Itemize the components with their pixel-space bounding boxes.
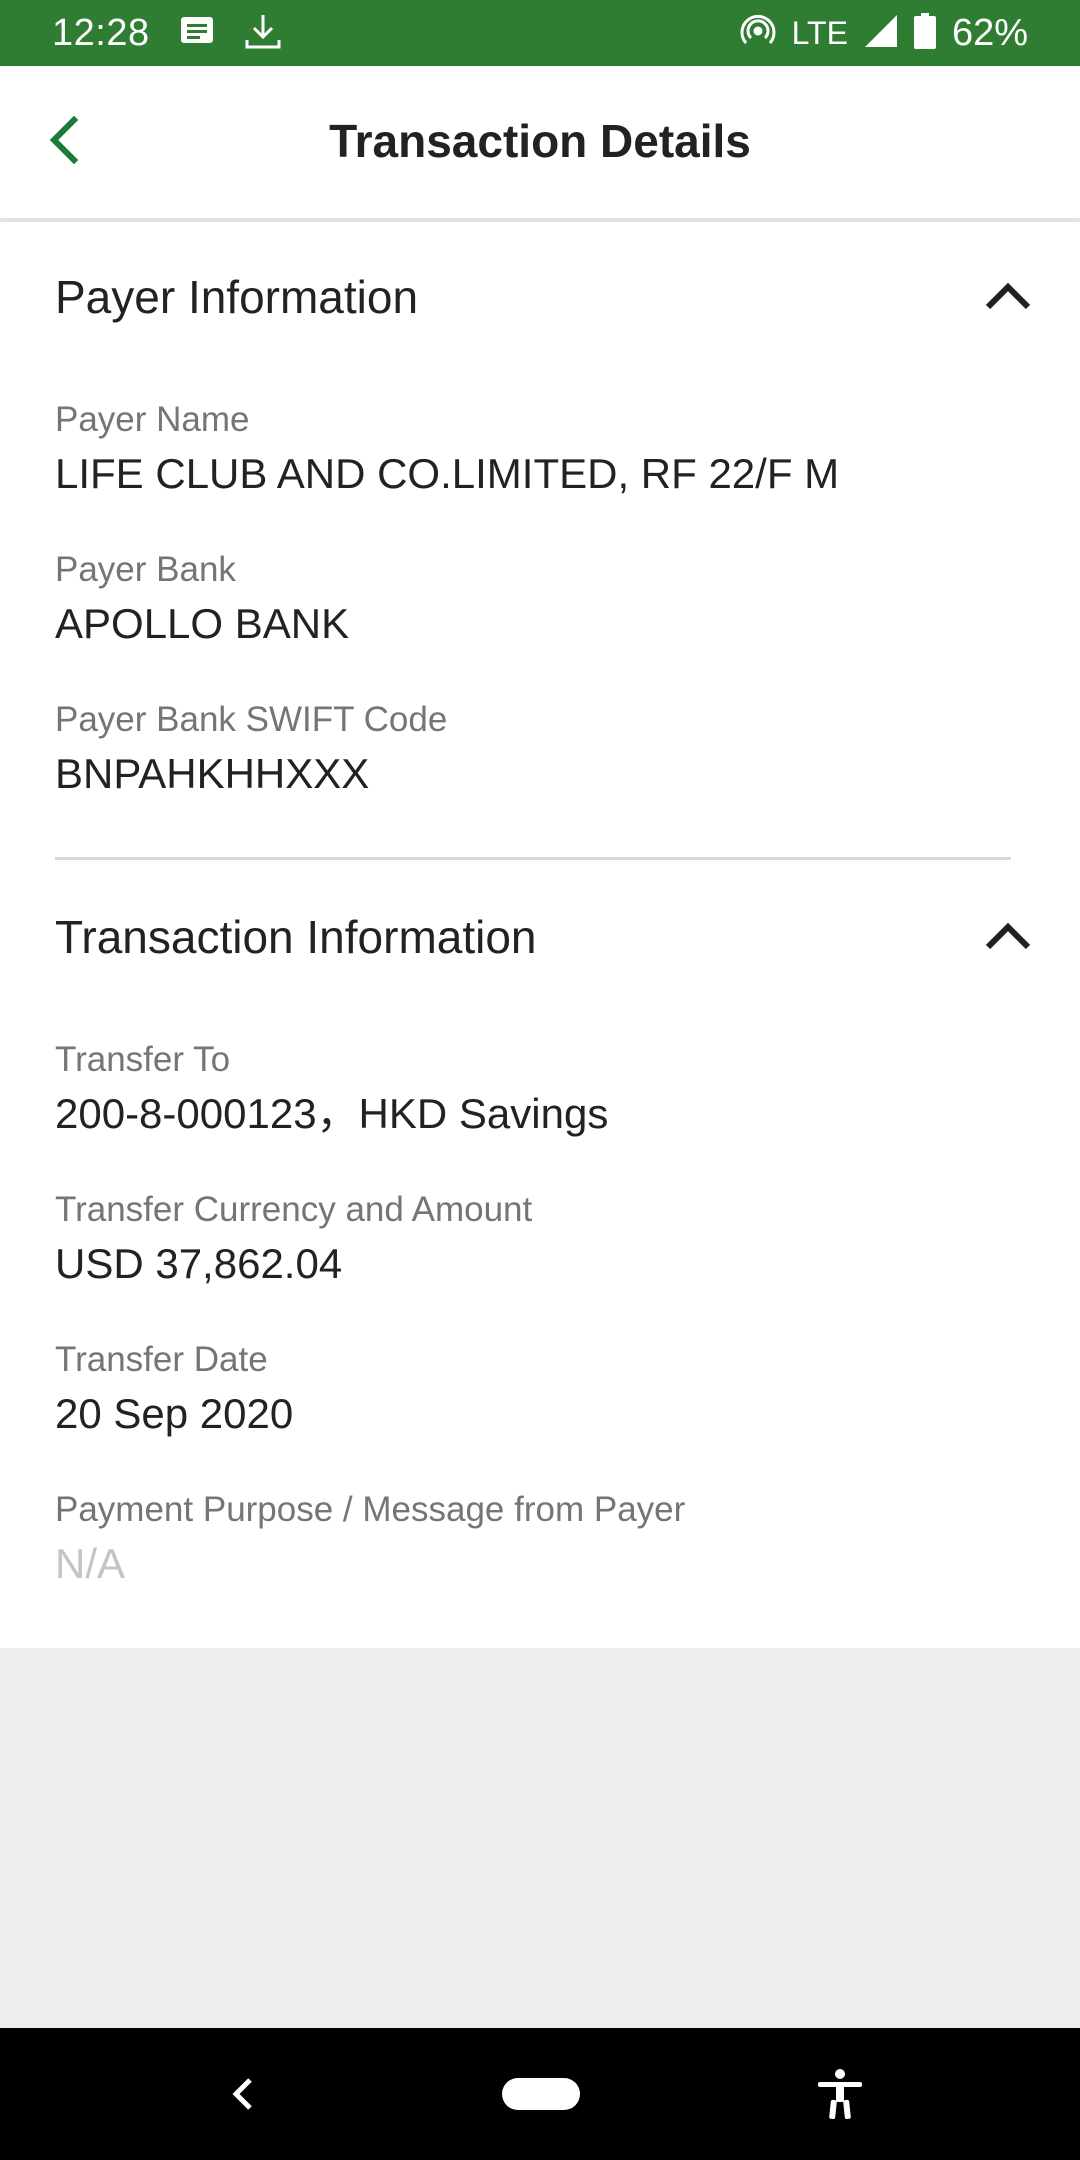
back-triangle-icon	[224, 2078, 264, 2118]
chevron-up-icon	[985, 920, 1031, 955]
details-card: Payer Information Payer Name LIFE CLUB A…	[0, 222, 1080, 1648]
collapse-transaction-button[interactable]	[976, 905, 1040, 969]
collapse-payer-button[interactable]	[976, 265, 1040, 329]
field-label: Transfer Date	[55, 1340, 268, 1379]
page-title: Transaction Details	[329, 115, 751, 167]
nav-home-button[interactable]	[502, 2078, 580, 2110]
network-type: LTE	[791, 14, 848, 51]
section-title: Payer Information	[55, 271, 419, 323]
download-icon	[244, 12, 282, 55]
payer-bank-field: Payer Bank APOLLO BANK	[55, 548, 1040, 652]
transfer-to-field: Transfer To 200-8-000123，HKD Savings	[55, 1038, 1040, 1142]
status-bar-right: LTE 62%	[740, 12, 1028, 55]
field-label: Transfer Currency and Amount	[55, 1190, 533, 1229]
field-label: Payer Bank	[55, 550, 236, 589]
battery-percent: 62%	[951, 11, 1028, 54]
nav-back-button[interactable]	[224, 2074, 264, 2114]
battery-icon	[913, 12, 936, 54]
field-value: USD 37,862.04	[55, 1240, 343, 1287]
signal-icon	[864, 14, 898, 53]
field-value: BNPAHKHHXXX	[55, 750, 370, 797]
field-value: 20 Sep 2020	[55, 1390, 294, 1437]
field-value: 200-8-000123，HKD Savings	[55, 1090, 609, 1137]
section-title: Transaction Information	[55, 911, 537, 963]
hotspot-icon	[740, 13, 776, 54]
field-label: Payer Bank SWIFT Code	[55, 700, 448, 739]
field-value: N/A	[55, 1540, 126, 1587]
field-label: Transfer To	[55, 1040, 231, 1079]
accessibility-button[interactable]	[814, 2068, 866, 2120]
transfer-amount-field: Transfer Currency and Amount USD 37,862.…	[55, 1188, 1040, 1292]
payer-name-field: Payer Name LIFE CLUB AND CO.LIMITED, RF …	[55, 398, 1040, 502]
chevron-up-icon	[985, 280, 1031, 315]
status-bar-left: 12:28	[52, 12, 282, 55]
accessibility-icon	[814, 2069, 866, 2124]
field-value: LIFE CLUB AND CO.LIMITED, RF 22/F M	[55, 450, 840, 497]
status-time: 12:28	[52, 11, 150, 54]
transfer-date-field: Transfer Date 20 Sep 2020	[55, 1338, 1040, 1442]
message-icon	[180, 16, 214, 51]
app-bar: Transaction Details	[0, 66, 1080, 220]
payer-section-header[interactable]: Payer Information	[55, 262, 1040, 332]
field-label: Payment Purpose / Message from Payer	[55, 1490, 686, 1529]
field-label: Payer Name	[55, 400, 250, 439]
payer-swift-field: Payer Bank SWIFT Code BNPAHKHHXXX	[55, 698, 1040, 802]
payment-purpose-field: Payment Purpose / Message from Payer N/A	[55, 1488, 1040, 1592]
field-value: APOLLO BANK	[55, 600, 350, 647]
navigation-bar	[0, 2028, 1080, 2160]
section-divider	[55, 857, 1011, 860]
transaction-section-header[interactable]: Transaction Information	[55, 902, 1040, 972]
status-bar: 12:28 LTE 62%	[0, 0, 1080, 66]
